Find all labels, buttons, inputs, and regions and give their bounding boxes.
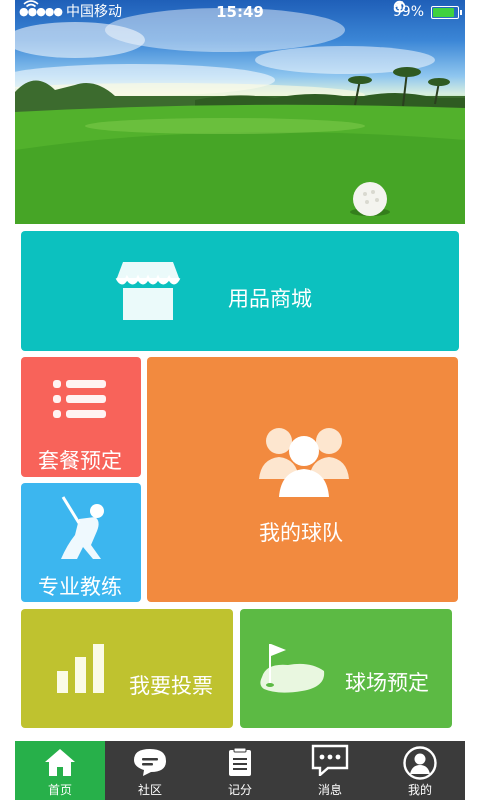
- list-icon: [53, 380, 106, 418]
- tab-score-label: 记分: [227, 783, 252, 797]
- left-margin: [0, 0, 15, 800]
- chat-bubble-icon: [134, 749, 166, 776]
- group-icon: [259, 428, 349, 497]
- tab-community[interactable]: 社区: [105, 741, 195, 800]
- package-label: 套餐预定: [38, 449, 122, 473]
- coach-label: 专业教练: [38, 575, 122, 599]
- message-icon: [311, 744, 349, 776]
- bottom-tab-bar: 首页 社区 记分 消息 我的: [15, 741, 465, 800]
- tab-messages-label: 消息: [317, 783, 342, 797]
- course-tile[interactable]: 球场预定: [240, 609, 452, 728]
- tab-community-label: 社区: [137, 783, 162, 797]
- store-icon: [115, 262, 181, 320]
- coach-tile[interactable]: 专业教练: [21, 483, 141, 602]
- alarm-icon: [393, 1, 405, 13]
- clipboard-icon: [229, 747, 251, 776]
- team-tile[interactable]: 我的球队: [147, 357, 458, 602]
- vote-label: 我要投票: [129, 674, 213, 698]
- package-tile[interactable]: 套餐预定: [21, 357, 141, 477]
- tab-score[interactable]: 记分: [195, 741, 285, 800]
- golf-flag-icon: [260, 644, 325, 693]
- home-icon: [45, 749, 75, 776]
- tab-profile-label: 我的: [407, 783, 432, 797]
- user-icon: [403, 746, 437, 780]
- tab-home-label: 首页: [47, 783, 72, 797]
- right-margin: [465, 0, 480, 800]
- golfer-icon: [61, 496, 104, 559]
- tab-profile[interactable]: 我的: [375, 741, 465, 800]
- vote-tile[interactable]: 我要投票: [21, 609, 233, 728]
- status-bar: ●●●●● 中国移动 15:49 99%: [15, 0, 465, 24]
- shop-label: 用品商城: [228, 287, 312, 311]
- golf-course-banner: ●●●●● 中国移动 15:49 99%: [15, 0, 465, 224]
- team-label: 我的球队: [259, 521, 343, 545]
- battery-icon: [431, 5, 462, 19]
- golf-course-image: [15, 8, 465, 224]
- shop-tile[interactable]: 用品商城: [21, 231, 459, 351]
- course-label: 球场预定: [345, 671, 429, 695]
- tab-home[interactable]: 首页: [15, 741, 105, 800]
- bar-chart-icon: [57, 644, 104, 693]
- tab-messages[interactable]: 消息: [285, 741, 375, 800]
